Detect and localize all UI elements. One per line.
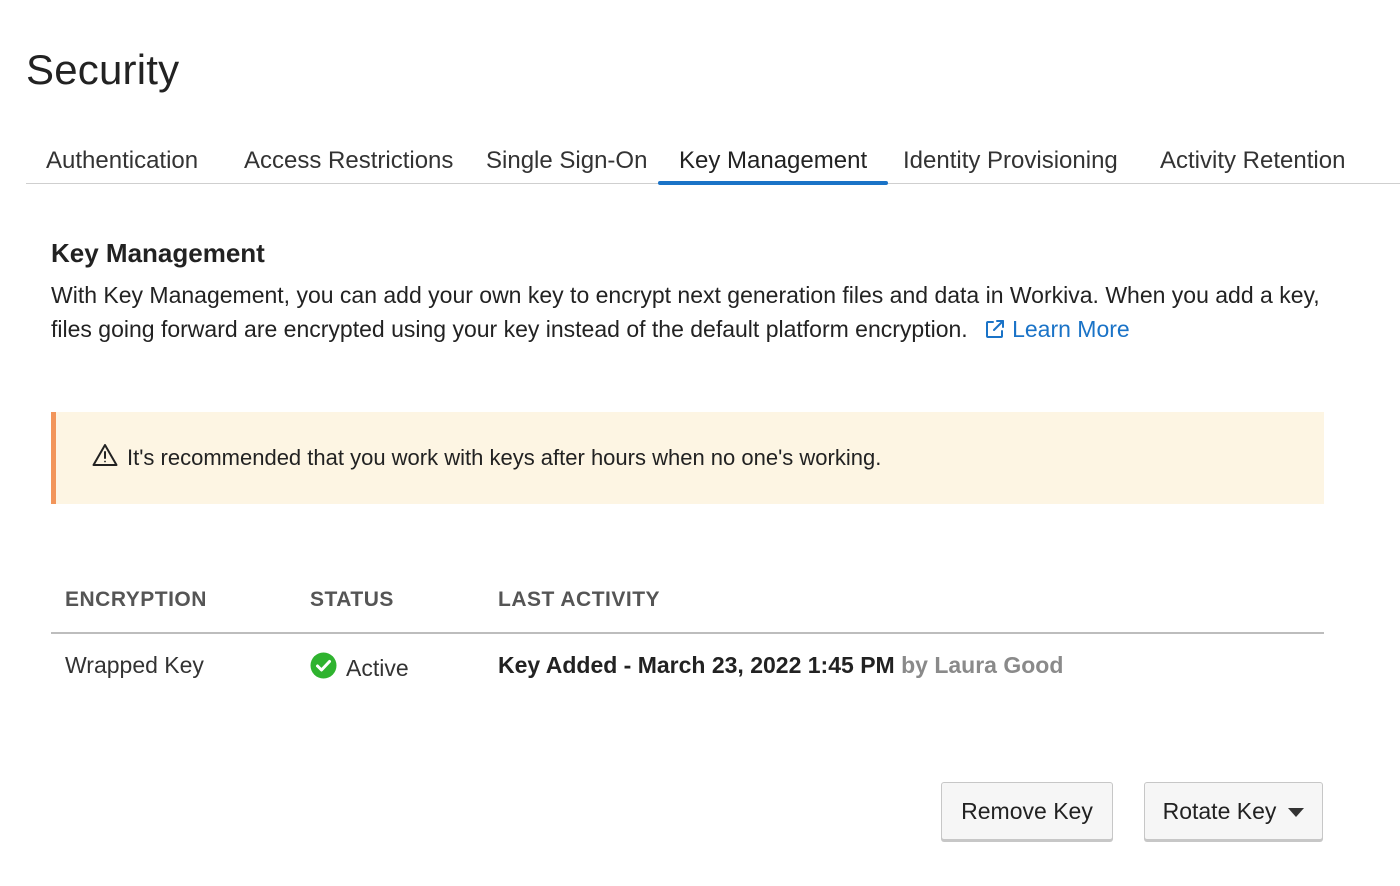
tab-access-restrictions[interactable]: Access Restrictions [244, 138, 453, 184]
tab-authentication[interactable]: Authentication [46, 138, 198, 184]
header-encryption: ENCRYPTION [65, 588, 207, 611]
cell-encryption: Wrapped Key [65, 652, 204, 678]
activity-user: by Laura Good [901, 652, 1064, 678]
cell-status: Active [310, 652, 409, 685]
section-description: With Key Management, you can add your ow… [51, 278, 1341, 346]
warning-icon [92, 443, 127, 473]
activity-text: Key Added - March 23, 2022 1:45 PM [498, 652, 895, 678]
table-header: ENCRYPTION STATUS LAST ACTIVITY [51, 572, 1324, 634]
warning-alert: It's recommended that you work with keys… [51, 412, 1324, 504]
alert-text: It's recommended that you work with keys… [127, 445, 882, 470]
status-label: Active [346, 655, 409, 681]
learn-more-label: Learn More [1012, 316, 1130, 342]
chevron-down-icon [1288, 807, 1305, 817]
tab-single-sign-on[interactable]: Single Sign-On [486, 138, 647, 184]
page-title: Security [26, 46, 180, 93]
rotate-key-label: Rotate Key [1162, 797, 1277, 824]
tab-identity-provisioning[interactable]: Identity Provisioning [903, 138, 1118, 184]
check-circle-icon [310, 652, 346, 685]
external-link-icon [984, 316, 1012, 342]
tab-key-management[interactable]: Key Management [657, 138, 889, 185]
section-title: Key Management [51, 238, 265, 268]
learn-more-link[interactable]: Learn More [984, 316, 1130, 342]
tab-activity-retention[interactable]: Activity Retention [1160, 138, 1345, 184]
cell-last-activity: Key Added - March 23, 2022 1:45 PM by La… [498, 652, 1063, 679]
rotate-key-button[interactable]: Rotate Key [1144, 782, 1323, 840]
header-status: STATUS [310, 588, 394, 611]
keys-table: ENCRYPTION STATUS LAST ACTIVITY Wrapped … [51, 572, 1324, 698]
remove-key-button[interactable]: Remove Key [941, 782, 1113, 840]
tab-bar: Authentication Access Restrictions Singl… [26, 138, 1400, 185]
table-row: Wrapped Key Active Key Added - March 23,… [51, 634, 1324, 698]
header-last-activity: LAST ACTIVITY [498, 588, 661, 611]
